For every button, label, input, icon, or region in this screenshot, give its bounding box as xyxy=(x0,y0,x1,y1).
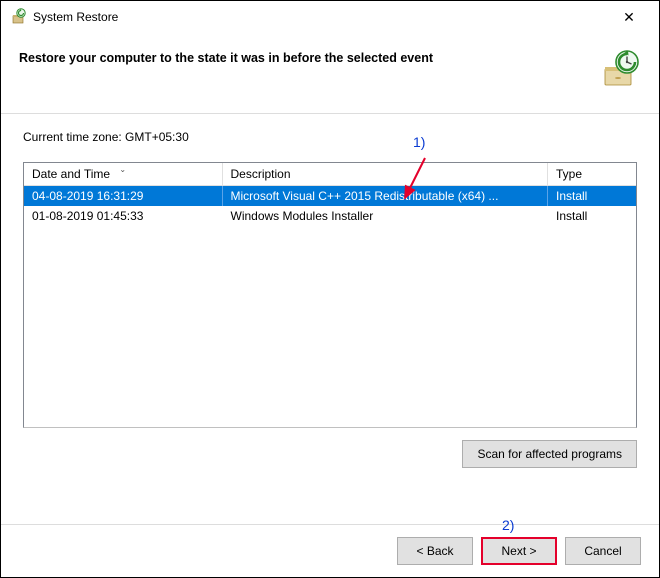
content-area: Current time zone: GMT+05:30 Date and Ti… xyxy=(1,114,659,478)
titlebar: System Restore ✕ xyxy=(1,1,659,33)
table-row[interactable]: 01-08-2019 01:45:33 Windows Modules Inst… xyxy=(24,206,636,226)
table-header-row: Date and Time ⌄ Description Type xyxy=(24,163,636,186)
scan-affected-button[interactable]: Scan for affected programs xyxy=(462,440,637,468)
next-button[interactable]: Next > xyxy=(481,537,557,565)
sort-indicator-icon: ⌄ xyxy=(119,165,126,174)
cell-description: Windows Modules Installer xyxy=(222,206,548,226)
col-header-description[interactable]: Description xyxy=(222,163,548,186)
restore-points-table[interactable]: Date and Time ⌄ Description Type 04-08-2… xyxy=(23,162,637,428)
cell-date: 01-08-2019 01:45:33 xyxy=(24,206,222,226)
cell-date: 04-08-2019 16:31:29 xyxy=(24,186,222,207)
col-header-date[interactable]: Date and Time ⌄ xyxy=(24,163,222,186)
col-header-date-label: Date and Time xyxy=(32,167,110,181)
cell-type: Install xyxy=(548,206,636,226)
col-header-type[interactable]: Type xyxy=(548,163,636,186)
titlebar-left: System Restore xyxy=(11,8,118,27)
timezone-label: Current time zone: GMT+05:30 xyxy=(23,130,637,144)
table-row[interactable]: 04-08-2019 16:31:29 Microsoft Visual C++… xyxy=(24,186,636,207)
cancel-button[interactable]: Cancel xyxy=(565,537,641,565)
header-section: Restore your computer to the state it wa… xyxy=(1,33,659,114)
header-restore-icon xyxy=(599,47,641,89)
restore-icon xyxy=(11,8,27,27)
header-text: Restore your computer to the state it wa… xyxy=(19,51,433,65)
close-icon: ✕ xyxy=(623,9,635,25)
footer-buttons: < Back Next > Cancel xyxy=(1,524,659,577)
back-button[interactable]: < Back xyxy=(397,537,473,565)
window-title: System Restore xyxy=(33,10,118,24)
close-button[interactable]: ✕ xyxy=(609,9,649,26)
cell-type: Install xyxy=(548,186,636,207)
cell-description: Microsoft Visual C++ 2015 Redistributabl… xyxy=(222,186,548,207)
scan-row: Scan for affected programs xyxy=(23,440,637,468)
